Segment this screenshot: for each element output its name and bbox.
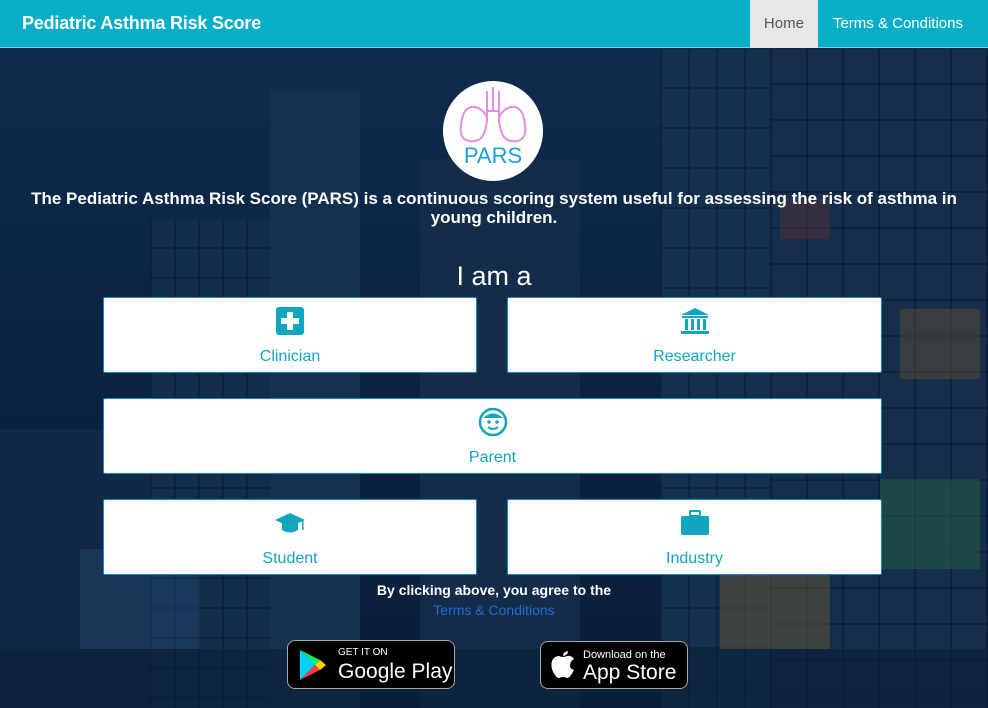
industry-card[interactable]: Industry [507, 499, 882, 575]
briefcase-icon [680, 510, 709, 535]
clinician-card[interactable]: Clinician [103, 297, 477, 373]
app-store-small-text: Download on the [583, 649, 666, 661]
terms-link[interactable]: Terms & Conditions [0, 602, 988, 618]
student-card[interactable]: Student [103, 499, 477, 575]
google-play-big-text: Google Play [338, 660, 453, 683]
apple-icon [551, 651, 574, 678]
nav-terms-link[interactable]: Terms & Conditions [818, 0, 988, 48]
google-play-badge[interactable]: GET IT ON Google Play [287, 640, 455, 689]
industry-label: Industry [666, 550, 723, 567]
researcher-label: Researcher [653, 348, 736, 365]
institution-icon [680, 308, 709, 334]
role-prompt: I am a [456, 261, 532, 291]
medical-cross-icon [276, 307, 304, 335]
clinician-label: Clinician [259, 348, 321, 365]
google-play-small-text: GET IT ON [338, 647, 388, 658]
app-store-big-text: App Store [583, 661, 677, 684]
google-play-icon [300, 650, 326, 680]
child-face-icon [478, 407, 507, 437]
top-navbar: Pediatric Asthma Risk Score Home Terms &… [0, 0, 988, 48]
intro-text: The Pediatric Asthma Risk Score (PARS) i… [31, 189, 957, 227]
brand-title[interactable]: Pediatric Asthma Risk Score [22, 13, 261, 34]
app-store-badge[interactable]: Download on the App Store [540, 641, 688, 689]
nav-links: Home Terms & Conditions [749, 0, 988, 48]
pars-logo: PARS [443, 81, 543, 181]
student-label: Student [262, 550, 318, 567]
logo-text: PARS [463, 143, 523, 168]
main-content: PARS The Pediatric Asthma Risk Score (PA… [0, 49, 988, 708]
parent-label: Parent [468, 449, 517, 466]
nav-home-link[interactable]: Home [749, 0, 818, 48]
parent-card[interactable]: Parent [103, 398, 882, 474]
agreement-text: By clicking above, you agree to the [376, 582, 612, 598]
graduation-cap-icon [275, 513, 305, 533]
researcher-card[interactable]: Researcher [507, 297, 882, 373]
